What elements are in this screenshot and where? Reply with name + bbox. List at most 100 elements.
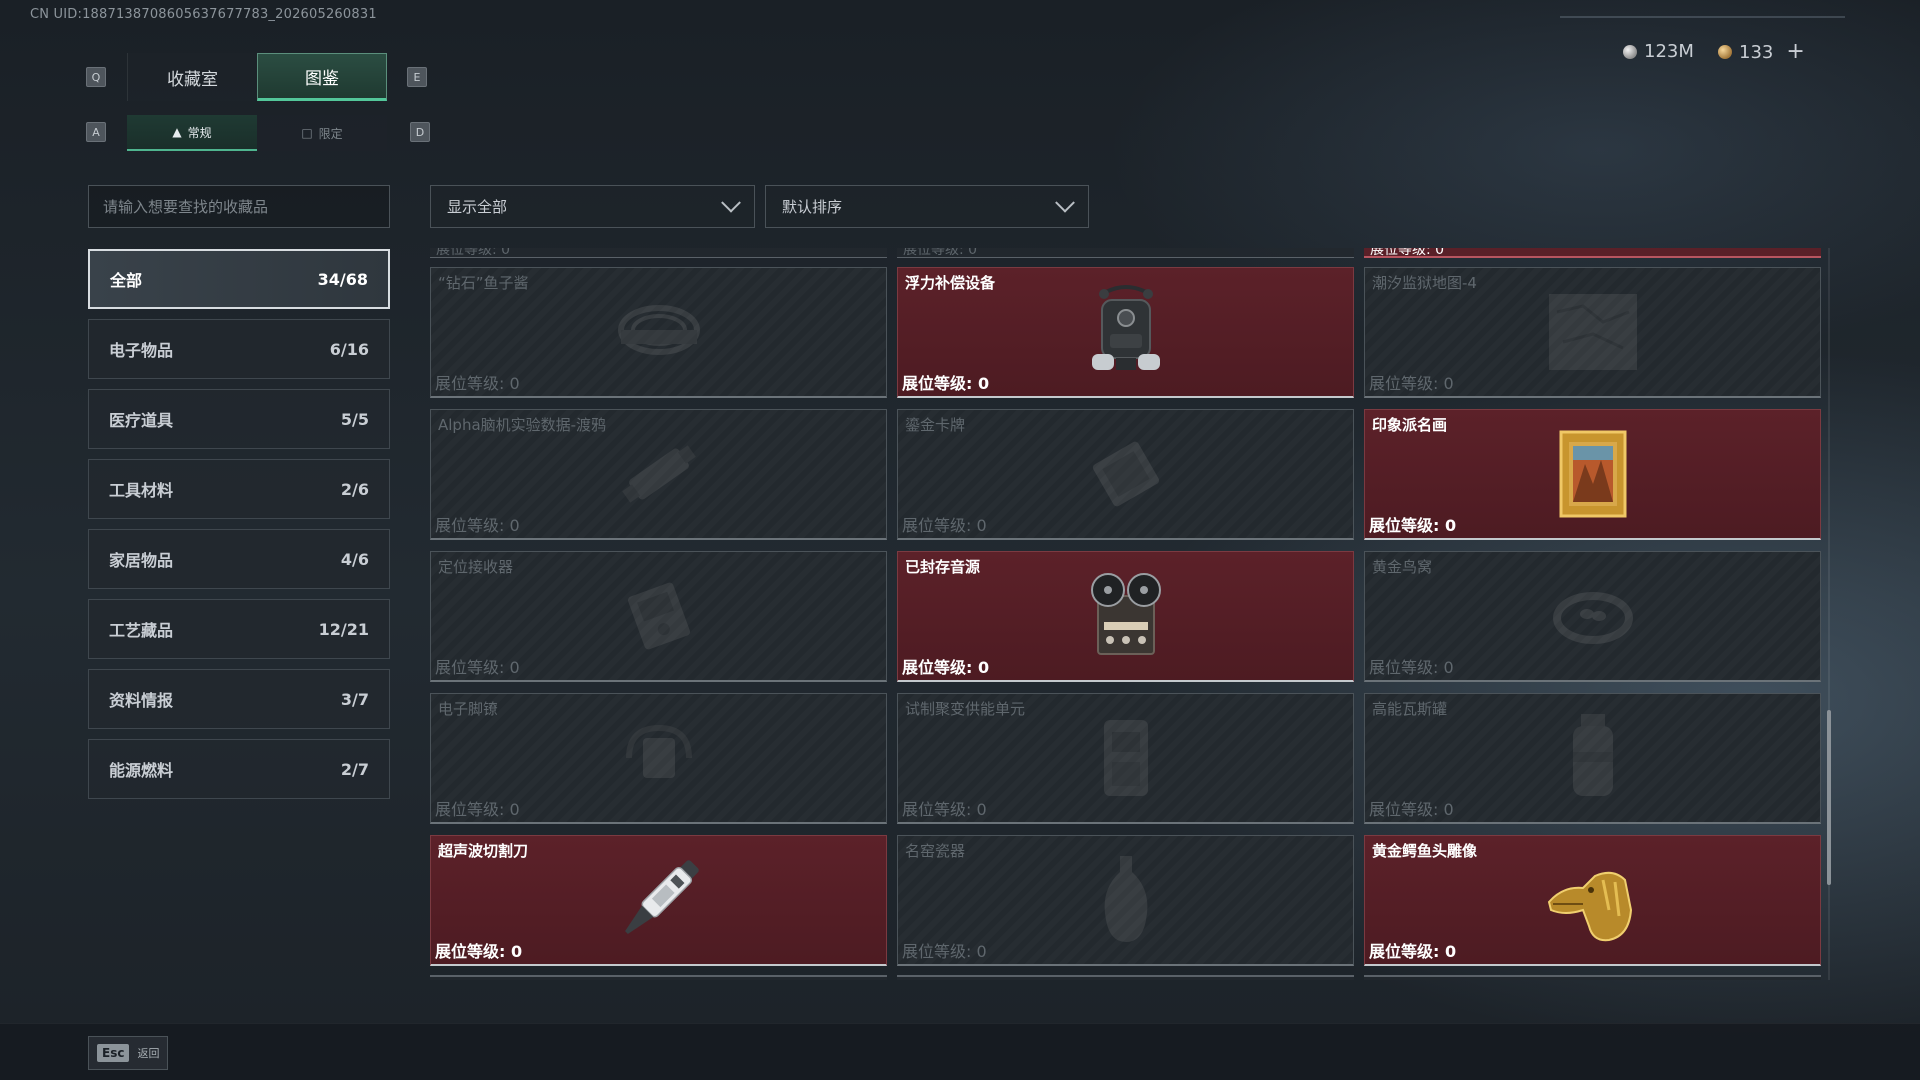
silver-currency: 123M xyxy=(1623,41,1694,62)
category-crafts[interactable]: 工艺藏品 12/21 xyxy=(88,599,390,659)
item-card[interactable]: “钻石”鱼子酱 展位等级: 0 xyxy=(430,267,887,398)
peek-card-level: 展位等级: 0 xyxy=(436,248,511,258)
tab-regular-label: 常规 xyxy=(187,125,212,140)
item-level: 展位等级: 0 xyxy=(1369,374,1454,393)
tab-limited[interactable]: □ 限定 xyxy=(257,115,387,151)
category-electronics[interactable]: 电子物品 6/16 xyxy=(88,319,390,379)
item-card[interactable]: Alpha脑机实验数据-渡鸦 展位等级: 0 xyxy=(430,409,887,540)
item-card[interactable]: 定位接收器 展位等级: 0 xyxy=(430,551,887,682)
category-count: 5/5 xyxy=(340,409,369,429)
item-name: “钻石”鱼子酱 xyxy=(438,274,529,292)
gilded-card-icon xyxy=(1092,441,1159,507)
player-uid: CN UID:1887138708605637677783_2026052608… xyxy=(30,7,377,22)
category-medical[interactable]: 医疗道具 5/5 xyxy=(88,389,390,449)
peek-card-level: 展位等级: 0 xyxy=(1370,248,1445,258)
chevron-down-icon xyxy=(1055,192,1075,213)
golden-nest-icon xyxy=(1552,592,1633,644)
category-label: 电子物品 xyxy=(109,341,174,360)
data-drive-icon xyxy=(621,445,696,503)
item-level: 展位等级: 0 xyxy=(435,942,523,961)
tab-collection-room[interactable]: 收藏室 xyxy=(127,53,257,101)
peek-row-bottom xyxy=(430,975,1822,980)
item-card[interactable]: 高能瓦斯罐 展位等级: 0 xyxy=(1364,693,1821,824)
peek-row-top: 展位等级: 0 展位等级: 0 展位等级: 0 xyxy=(430,248,1822,258)
item-card[interactable]: 黄金鳄鱼头雕像 展位等级: 0 xyxy=(1364,835,1821,966)
item-level: 展位等级: 0 xyxy=(435,516,520,535)
sort-value: 默认排序 xyxy=(782,198,843,216)
item-name: 定位接收器 xyxy=(438,558,514,576)
item-card[interactable]: 名窑瓷器 展位等级: 0 xyxy=(897,835,1354,966)
peek-card[interactable]: 展位等级: 0 xyxy=(430,248,887,258)
peek-card-level: 展位等级: 0 xyxy=(903,248,978,258)
tab-catalog[interactable]: 图鉴 xyxy=(257,53,387,101)
esc-key-hint: Esc xyxy=(97,1044,130,1062)
item-name: Alpha脑机实验数据-渡鸦 xyxy=(438,416,607,434)
category-list: 全部 34/68 电子物品 6/16 医疗道具 5/5 工具材料 2/6 家居物… xyxy=(88,249,390,809)
limited-icon: □ xyxy=(301,126,313,140)
sort-dropdown[interactable]: 默认排序 xyxy=(765,185,1089,228)
category-intel[interactable]: 资料情报 3/7 xyxy=(88,669,390,729)
category-count: 4/6 xyxy=(340,549,369,569)
add-currency-button[interactable]: + xyxy=(1786,41,1804,63)
reel-recorder-icon xyxy=(1090,573,1161,655)
back-button[interactable]: Esc 返回 xyxy=(88,1036,169,1070)
item-card[interactable]: 电子脚镣 展位等级: 0 xyxy=(430,693,887,824)
peek-card[interactable] xyxy=(1364,975,1821,980)
item-card[interactable]: 鎏金卡牌 展位等级: 0 xyxy=(897,409,1354,540)
ankle-monitor-icon xyxy=(625,724,692,778)
category-household[interactable]: 家居物品 4/6 xyxy=(88,529,390,589)
silver-coin-icon xyxy=(1623,44,1637,59)
framed-painting-icon xyxy=(1559,430,1626,518)
item-name: 电子脚镣 xyxy=(438,700,499,718)
receiver-icon xyxy=(627,582,690,650)
search-input[interactable] xyxy=(88,185,390,228)
item-card[interactable]: 潮汐监狱地图-4 展位等级: 0 xyxy=(1364,267,1821,398)
key-hint-a: A xyxy=(86,122,106,142)
buoyancy-device-icon xyxy=(1091,285,1160,370)
tab-regular[interactable]: ▲ 常规 xyxy=(127,115,257,151)
item-card[interactable]: 超声波切割刀 展位等级: 0 xyxy=(430,835,887,966)
category-energy[interactable]: 能源燃料 2/7 xyxy=(88,739,390,799)
item-name: 已封存音源 xyxy=(905,558,981,576)
category-all[interactable]: 全部 34/68 xyxy=(88,249,390,309)
item-card[interactable]: 浮力补偿设备 展位等级: 0 xyxy=(897,267,1354,398)
item-level: 展位等级: 0 xyxy=(435,374,520,393)
peek-card[interactable]: 展位等级: 0 xyxy=(897,248,1354,258)
gas-canister-icon xyxy=(1572,714,1613,796)
back-label: 返回 xyxy=(137,1047,160,1060)
category-count: 34/68 xyxy=(317,269,368,289)
map-icon xyxy=(1548,294,1637,370)
key-hint-q: Q xyxy=(86,67,106,87)
show-filter-value: 显示全部 xyxy=(447,198,508,216)
item-name: 黄金鳄鱼头雕像 xyxy=(1372,842,1478,860)
item-card[interactable]: 黄金鸟窝 展位等级: 0 xyxy=(1364,551,1821,682)
grid-scrollbar-thumb[interactable] xyxy=(1827,710,1831,885)
tab-limited-label: 限定 xyxy=(318,126,343,141)
gold-currency: 133 + xyxy=(1718,41,1805,63)
category-tools[interactable]: 工具材料 2/6 xyxy=(88,459,390,519)
peek-card[interactable] xyxy=(430,975,887,980)
peek-card[interactable]: 展位等级: 0 xyxy=(1364,248,1821,258)
item-name: 浮力补偿设备 xyxy=(905,274,996,292)
category-label: 全部 xyxy=(110,271,143,290)
item-card[interactable]: 已封存音源 展位等级: 0 xyxy=(897,551,1354,682)
gold-crocodile-statue-icon xyxy=(1547,871,1632,942)
item-card[interactable]: 印象派名画 展位等级: 0 xyxy=(1364,409,1821,540)
fusion-cell-icon xyxy=(1103,720,1148,796)
collection-grid: “钻石”鱼子酱 展位等级: 0 浮力补偿设备 展位等级: 0 潮汐监狱地图-4 … xyxy=(430,267,1821,966)
category-count: 6/16 xyxy=(329,339,369,359)
item-level: 展位等级: 0 xyxy=(435,658,520,677)
item-level: 展位等级: 0 xyxy=(1369,658,1454,677)
chevron-down-icon xyxy=(721,192,741,213)
show-filter-dropdown[interactable]: 显示全部 xyxy=(430,185,755,228)
item-level: 展位等级: 0 xyxy=(902,658,990,677)
peek-card[interactable] xyxy=(897,975,1354,980)
item-card[interactable]: 试制聚变供能单元 展位等级: 0 xyxy=(897,693,1354,824)
gold-coin-icon xyxy=(1718,45,1732,59)
item-name: 高能瓦斯罐 xyxy=(1372,700,1448,718)
item-level: 展位等级: 0 xyxy=(902,374,990,393)
key-hint-d: D xyxy=(410,122,430,142)
item-level: 展位等级: 0 xyxy=(1369,800,1454,819)
item-name: 黄金鸟窝 xyxy=(1372,558,1433,576)
collection-grid-viewport[interactable]: 展位等级: 0 展位等级: 0 展位等级: 0 “钻石”鱼子酱 展位等级: 0 xyxy=(430,248,1822,980)
